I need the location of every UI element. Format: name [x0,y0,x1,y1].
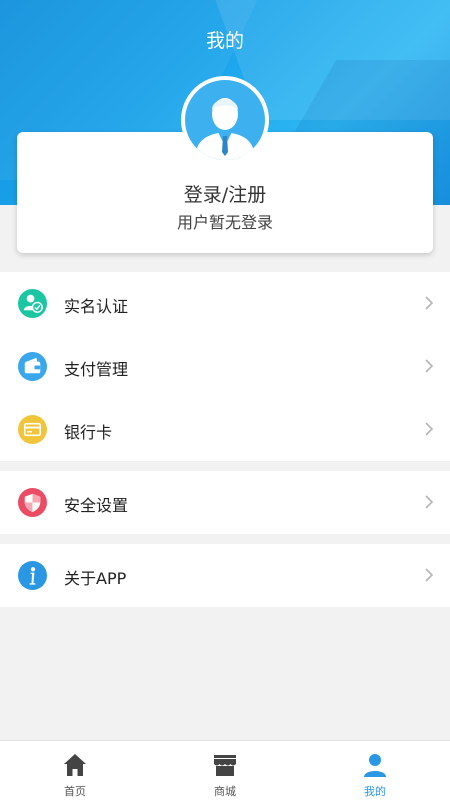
menu-item-real-name[interactable]: 实名认证 [0,272,450,335]
menu-label: 实名认证 [64,297,129,316]
page-title: 我的 [205,30,244,52]
menu-label: 关于APP [64,569,127,588]
menu-label: 支付管理 [64,360,129,379]
tab-store[interactable]: 商城 [150,741,300,800]
menu-label: 银行卡 [64,423,113,442]
menu-item-security[interactable]: 安全设置 [0,471,450,534]
menu-label: 安全设置 [64,496,129,515]
user-icon [364,754,386,777]
store-icon [214,755,236,776]
home-icon [64,754,86,776]
tab-label: 首页 [64,785,86,798]
verified-user-icon [18,289,47,318]
menu-group-about: 关于APP [0,544,450,607]
avatar[interactable] [181,76,269,164]
tab-label: 商城 [214,785,236,798]
wallet-icon [18,352,47,381]
chevron-right-icon [425,495,434,509]
info-icon [18,561,47,590]
menu-item-bank-card[interactable]: 银行卡 [0,398,450,461]
bottom-tab-bar: 首页 商城 我的 [0,740,450,800]
chevron-right-icon [425,568,434,582]
chevron-right-icon [425,422,434,436]
login-status-text: 用户暂无登录 [176,213,273,232]
menu-group-account: 实名认证 支付管理 银行卡 [0,272,450,461]
user-avatar-icon [195,98,255,160]
shield-icon [18,488,47,517]
menu-group-security: 安全设置 [0,471,450,534]
login-register-link[interactable]: 登录/注册 [17,180,433,207]
chevron-right-icon [425,296,434,310]
bank-card-icon [18,415,47,444]
menu-item-about[interactable]: 关于APP [0,544,450,607]
chevron-right-icon [425,359,434,373]
tab-mine[interactable]: 我的 [300,741,450,800]
tab-label: 我的 [364,785,386,798]
menu-item-payment[interactable]: 支付管理 [0,335,450,398]
tab-home[interactable]: 首页 [0,741,150,800]
